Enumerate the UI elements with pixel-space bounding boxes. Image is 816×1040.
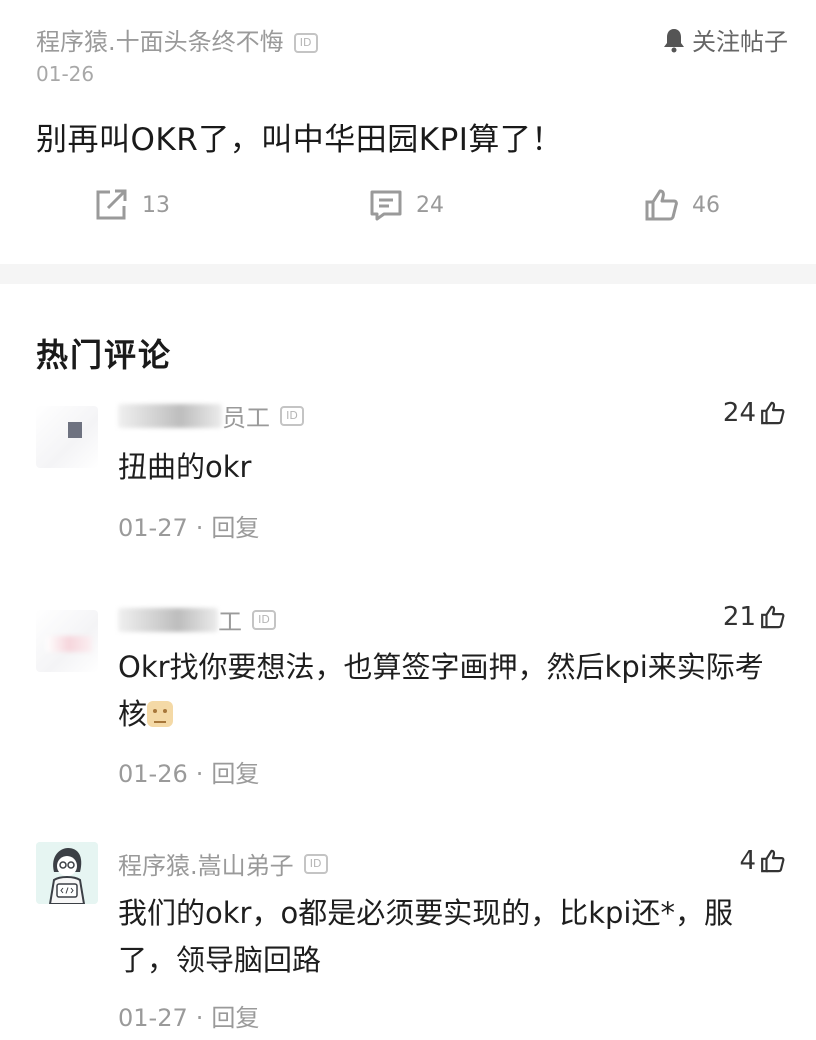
thumbs-up-icon — [761, 401, 785, 425]
comment-text: 扭曲的okr — [118, 450, 252, 484]
comment-meta: 01-27 · 回复 — [118, 514, 260, 542]
id-badge-icon — [252, 609, 276, 630]
hot-comments-title: 热门评论 — [36, 336, 173, 374]
like-button[interactable]: 46 — [644, 188, 720, 222]
id-badge-icon — [303, 853, 328, 874]
comment-icon — [370, 190, 402, 221]
comment-date: 01-27 — [118, 1004, 188, 1032]
bell-icon — [664, 28, 684, 52]
comment-author[interactable]: 工 — [118, 602, 276, 637]
comment-date: 01-26 — [118, 760, 188, 788]
comment-like-button[interactable]: 21 — [723, 602, 786, 632]
follow-post-button[interactable]: 关注帖子 — [662, 22, 788, 57]
post-date: 01-26 — [36, 62, 95, 86]
post-action-bar: 13 24 46 — [0, 188, 816, 236]
share-count: 13 — [142, 192, 170, 218]
section-divider — [0, 264, 816, 284]
comment-like-button[interactable]: 4 — [739, 846, 786, 876]
redacted-name-mask — [118, 403, 222, 428]
like-count: 46 — [692, 192, 720, 218]
post-card: 程序猿.十面头条终不悔 01-26 关注帖子 别再叫OKR了，叫中华田园KPI算… — [0, 0, 816, 264]
comment-like-count: 4 — [739, 846, 756, 876]
follow-post-label: 关注帖子 — [692, 28, 788, 56]
reply-button[interactable]: 回复 — [211, 514, 259, 542]
id-badge-icon — [280, 405, 304, 426]
comment-meta: 01-26 · 回复 — [118, 760, 260, 788]
programmer-avatar-icon — [36, 842, 98, 904]
reply-button[interactable]: 回复 — [211, 1004, 259, 1032]
thumbs-up-icon — [761, 849, 785, 873]
comment-author[interactable]: 员工 — [118, 398, 304, 433]
redacted-name-mask — [118, 607, 218, 632]
avatar[interactable] — [36, 610, 98, 672]
comment-like-button[interactable]: 24 — [723, 398, 786, 428]
comment-text-body: Okr找你要想法，也算签字画押，然后kpi来实际考核 — [118, 650, 764, 731]
avatar[interactable] — [36, 842, 98, 904]
share-button[interactable]: 13 — [94, 188, 170, 222]
comment-meta: 01-27 · 回复 — [118, 1004, 260, 1032]
comment-like-count: 24 — [722, 398, 756, 428]
reply-button[interactable]: 回复 — [211, 760, 259, 788]
thumbs-up-icon — [761, 605, 785, 629]
thumbs-up-icon — [645, 189, 678, 221]
comment-like-count: 21 — [722, 602, 756, 632]
comment-date: 01-27 — [118, 514, 188, 542]
comment-text: 我们的okr，o都是必须要实现的，比kpi还*，服了，领导脑回路 — [118, 896, 733, 977]
comment-button[interactable]: 24 — [368, 188, 444, 222]
share-icon — [96, 189, 127, 220]
comment-author-name: 工 — [218, 608, 242, 636]
post-author-name: 程序猿.十面头条终不悔 — [36, 28, 284, 56]
comment-count: 24 — [416, 192, 444, 218]
comment-author-name: 员工 — [222, 404, 270, 432]
id-badge-icon — [293, 33, 318, 53]
comment-author-name: 程序猿.嵩山弟子 — [118, 852, 294, 880]
grimace-emoji-icon — [147, 701, 174, 727]
avatar[interactable] — [36, 406, 98, 468]
comment-author[interactable]: 程序猿.嵩山弟子 — [118, 846, 328, 881]
comment-text: Okr找你要想法，也算签字画押，然后kpi来实际考核 — [118, 644, 778, 738]
post-content: 别再叫OKR了，叫中华田园KPI算了！ — [36, 122, 563, 158]
post-author[interactable]: 程序猿.十面头条终不悔 — [36, 22, 318, 57]
